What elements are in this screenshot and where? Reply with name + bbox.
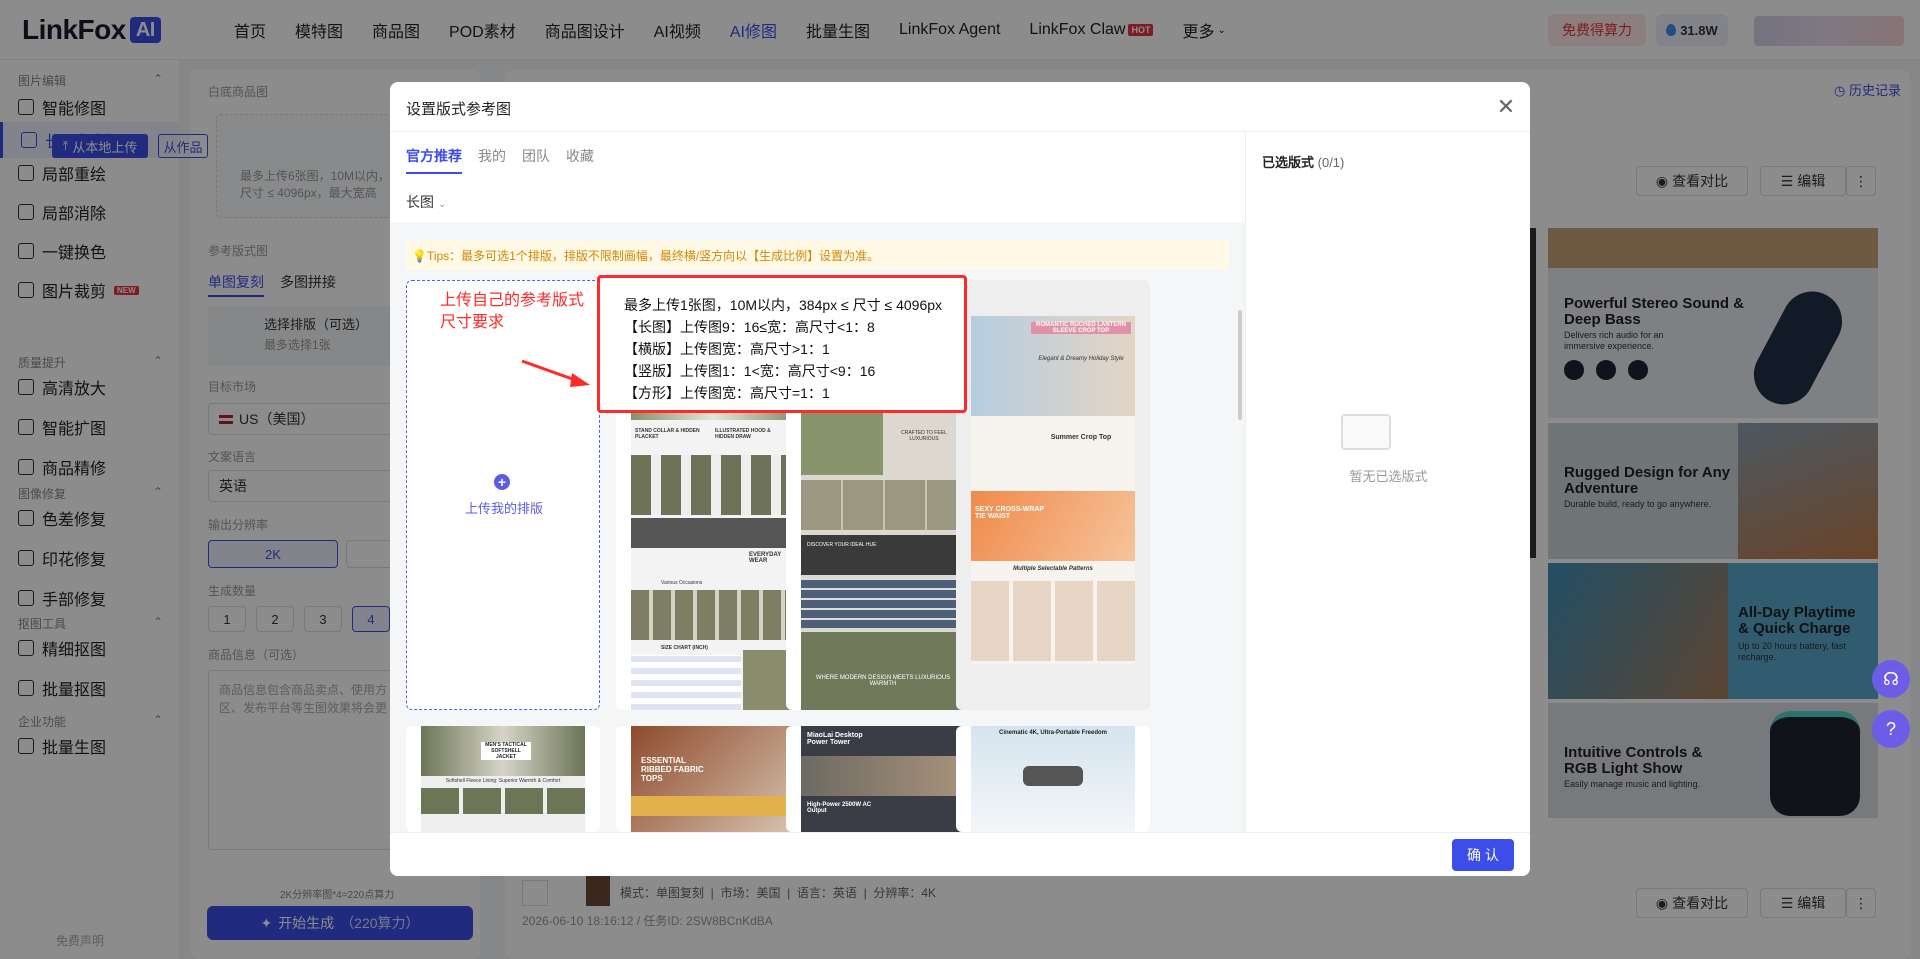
layout-reference-modal: 设置版式参考图 ✕ 官方推荐 我的 团队 收藏 长图 ⌄ 💡Tips：最多可选1… <box>390 82 1530 876</box>
template-card-croptop[interactable]: ROMANTIC RUCHED LANTERN SLEEVE CROP TOP … <box>956 280 1150 710</box>
tab-favorites[interactable]: 收藏 <box>566 146 594 174</box>
template-thumb: MEN'S TACTICAL SOFTSHELL JACKET Softshel… <box>421 726 585 832</box>
upload-layout-card[interactable]: + 上传我的排版 <box>406 280 600 710</box>
type-select[interactable]: 长图 ⌄ <box>406 192 446 212</box>
template-thumb: Cinematic 4K, Ultra-Portable Freedom <box>971 726 1135 832</box>
plus-icon: + <box>494 474 510 490</box>
template-thumb: ESSENTIAL RIBBED FABRIC TOPS <box>631 726 795 832</box>
tab-team[interactable]: 团队 <box>522 146 550 174</box>
selected-layouts-pane: 已选版式 (0/1) 暂无已选版式 <box>1245 132 1530 832</box>
template-tabs: 官方推荐 我的 团队 收藏 <box>406 146 594 174</box>
confirm-button[interactable]: 确 认 <box>1452 839 1514 871</box>
template-card-drone[interactable]: Cinematic 4K, Ultra-Portable Freedom <box>956 726 1150 832</box>
template-card-tactical[interactable]: MEN'S TACTICAL SOFTSHELL JACKET Softshel… <box>406 726 600 832</box>
tab-mine[interactable]: 我的 <box>478 146 506 174</box>
help-icon[interactable]: ? <box>1872 710 1910 748</box>
tips-banner: 💡Tips：最多可选1个排版，排版不限制画幅，最终横/竖方向以【生成比例】设置为… <box>406 240 1229 270</box>
selected-layouts-label: 已选版式 (0/1) <box>1262 155 1345 170</box>
empty-state-text: 暂无已选版式 <box>1349 469 1428 484</box>
template-card-power[interactable]: MiaoLai Desktop Power Tower High-Power 2… <box>786 726 980 832</box>
annotation-arrow-icon <box>521 359 590 387</box>
tab-official[interactable]: 官方推荐 <box>406 146 462 174</box>
chevron-down-icon: ⌄ <box>437 199 447 210</box>
modal-footer <box>390 832 1530 876</box>
drone-image <box>1023 766 1083 786</box>
upload-layout-label: 上传我的排版 <box>464 501 543 516</box>
template-thumb: ROMANTIC RUCHED LANTERN SLEEVE CROP TOP … <box>971 316 1135 664</box>
headset-support-icon[interactable]: ☊ <box>1872 660 1910 698</box>
template-card-ribbed[interactable]: ESSENTIAL RIBBED FABRIC TOPS <box>616 726 810 832</box>
close-icon[interactable]: ✕ <box>1494 96 1518 120</box>
size-requirements-tooltip: 最多上传1张图，10M以内，384px ≤ 尺寸 ≤ 4096px 【长图】上传… <box>597 275 967 413</box>
scrollbar[interactable] <box>1238 310 1242 420</box>
template-thumb: MiaoLai Desktop Power Tower High-Power 2… <box>801 726 965 832</box>
annotation-label: 上传自己的参考版式 尺寸要求 <box>440 292 585 331</box>
modal-title: 设置版式参考图 <box>406 101 512 118</box>
empty-tray-icon <box>1341 414 1391 450</box>
